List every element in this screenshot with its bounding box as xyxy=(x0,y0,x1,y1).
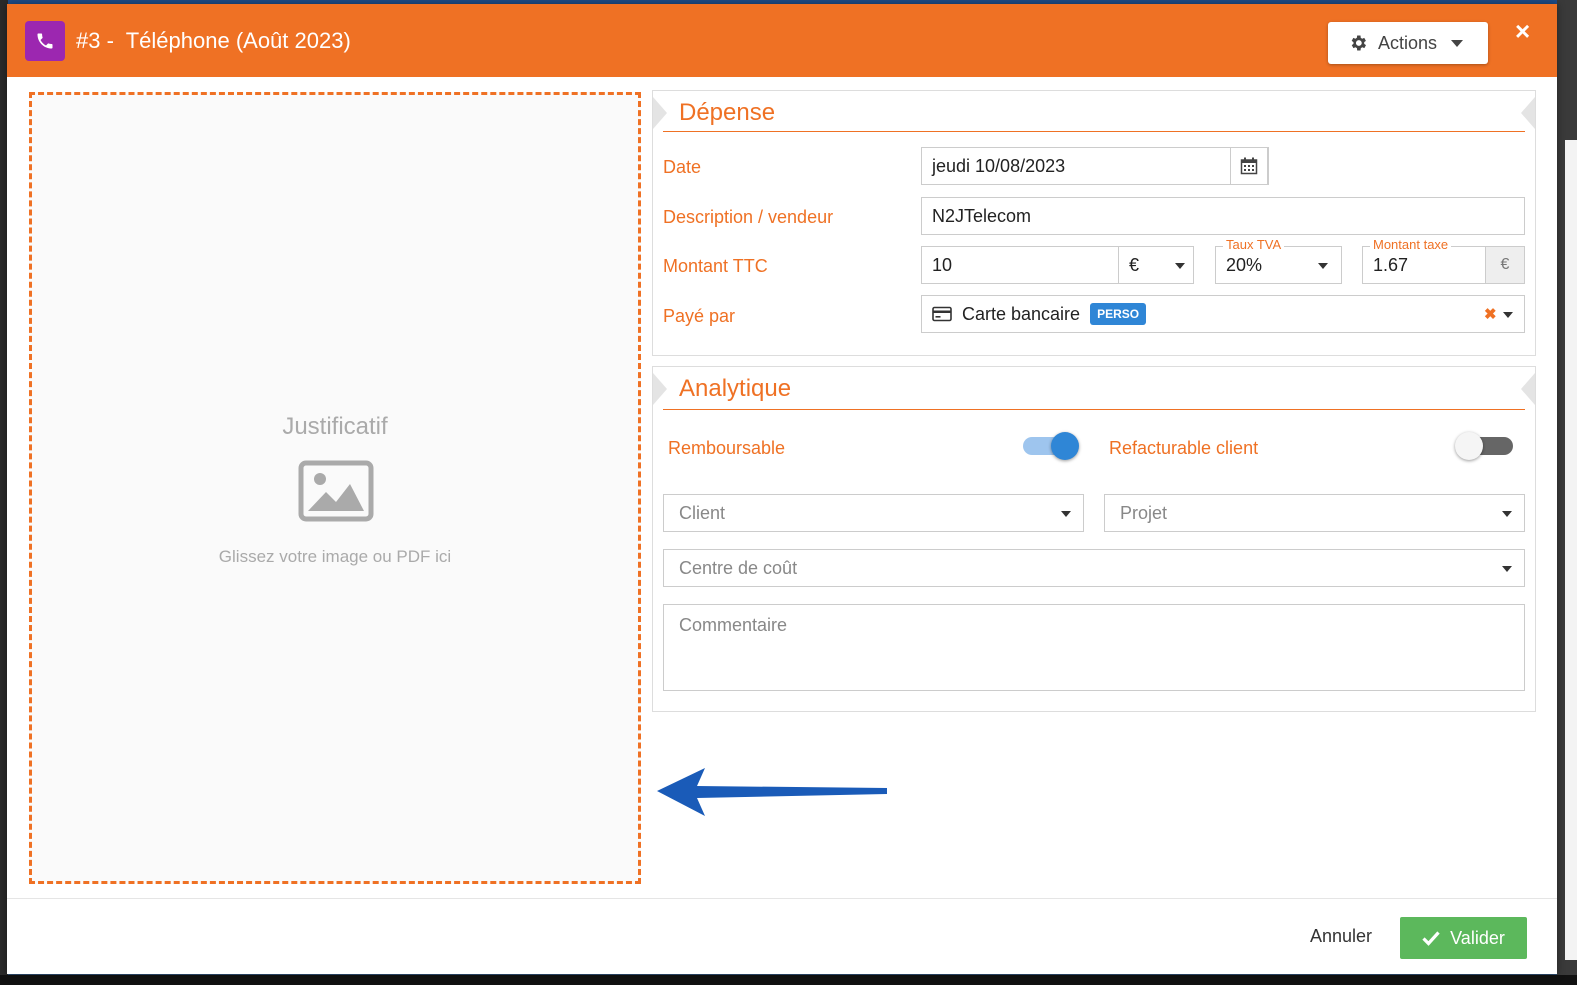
currency-select[interactable]: € xyxy=(1118,246,1194,284)
paye-label: Payé par xyxy=(663,306,736,326)
description-label: Description / vendeur xyxy=(663,207,834,227)
remboursable-toggle[interactable] xyxy=(1021,431,1081,463)
currency-value: € xyxy=(1129,254,1140,275)
calendar-icon[interactable] xyxy=(1230,147,1268,185)
date-label: Date xyxy=(663,157,702,177)
tva-value: 20% xyxy=(1226,254,1263,275)
taxe-label: Montant taxe xyxy=(1370,237,1452,252)
section-divider xyxy=(663,131,1525,132)
depense-section: Dépense Date jeudi 10/08/2023 Descriptio… xyxy=(652,90,1536,356)
background-bottom-strip xyxy=(0,975,1577,985)
description-input[interactable]: N2JTelecom xyxy=(921,197,1525,235)
modal-header: #3 - Téléphone (Août 2023) Actions × xyxy=(7,4,1557,77)
actions-button[interactable]: Actions xyxy=(1328,22,1488,64)
chevron-down-icon xyxy=(1502,511,1512,517)
chevron-down-icon xyxy=(1451,39,1464,47)
projet-placeholder: Projet xyxy=(1120,502,1168,523)
paye-value: Carte bancaire xyxy=(962,303,1081,324)
refacturable-toggle[interactable] xyxy=(1455,431,1515,463)
section-notch xyxy=(653,97,667,129)
toggle-knob xyxy=(1455,432,1483,460)
background-page-edge xyxy=(1565,140,1577,960)
section-notch xyxy=(1521,373,1535,405)
clear-icon[interactable]: ✖ xyxy=(1484,305,1497,323)
perso-badge: PERSO xyxy=(1090,303,1147,325)
tva-label: Taux TVA xyxy=(1223,237,1285,252)
montant-input[interactable]: 10 xyxy=(921,246,1119,284)
montant-label: Montant TTC xyxy=(663,256,768,276)
expense-modal: #3 - Téléphone (Août 2023) Actions × Jus… xyxy=(7,4,1557,974)
phone-icon xyxy=(25,21,65,61)
dropzone-hint: Glissez votre image ou PDF ici xyxy=(218,547,452,566)
section-notch xyxy=(1521,97,1535,129)
image-icon xyxy=(298,460,374,527)
commentaire-placeholder: Commentaire xyxy=(679,615,788,635)
chevron-down-icon xyxy=(1061,511,1071,517)
section-notch xyxy=(653,373,667,405)
projet-select[interactable]: Projet xyxy=(1104,494,1525,532)
actions-label: Actions xyxy=(1378,32,1438,53)
chevron-down-icon xyxy=(1175,263,1185,269)
check-icon xyxy=(1422,931,1440,946)
toggle-knob xyxy=(1051,432,1079,460)
remboursable-label: Remboursable xyxy=(668,438,786,458)
centre-cout-placeholder: Centre de coût xyxy=(679,557,798,578)
analytique-section: Analytique Remboursable Refacturable cli… xyxy=(652,366,1536,712)
commentaire-textarea[interactable]: Commentaire xyxy=(663,604,1525,691)
description-value: N2JTelecom xyxy=(932,205,1032,226)
centre-cout-select[interactable]: Centre de coût xyxy=(663,549,1525,587)
analytique-title: Analytique xyxy=(679,375,792,402)
date-input[interactable]: jeudi 10/08/2023 xyxy=(921,147,1269,185)
validate-label: Valider xyxy=(1450,927,1505,948)
annotation-arrow-icon xyxy=(657,768,887,816)
close-icon[interactable]: × xyxy=(1515,16,1530,47)
receipt-dropzone[interactable]: Justificatif Glissez votre image ou PDF … xyxy=(29,92,641,884)
gear-icon xyxy=(1351,35,1366,51)
taxe-value: 1.67 xyxy=(1373,254,1409,275)
dropzone-title: Justificatif xyxy=(282,413,388,440)
chevron-down-icon xyxy=(1318,263,1328,269)
footer-divider xyxy=(7,898,1557,899)
refacturable-label: Refacturable client xyxy=(1109,438,1259,458)
client-placeholder: Client xyxy=(679,502,726,523)
depense-title: Dépense xyxy=(679,99,776,126)
paye-select[interactable]: Carte bancaire PERSO ✖ xyxy=(921,295,1525,333)
date-value: jeudi 10/08/2023 xyxy=(932,155,1066,176)
modal-title: #3 - Téléphone (Août 2023) xyxy=(76,28,351,53)
chevron-down-icon xyxy=(1502,566,1512,572)
credit-card-icon xyxy=(932,306,952,322)
validate-button[interactable]: Valider xyxy=(1400,917,1527,959)
taxe-currency-addon: € xyxy=(1485,246,1525,284)
client-select[interactable]: Client xyxy=(663,494,1084,532)
section-divider xyxy=(663,409,1525,410)
montant-value: 10 xyxy=(932,254,953,275)
chevron-down-icon xyxy=(1503,312,1513,318)
cancel-button[interactable]: Annuler xyxy=(1310,926,1372,947)
